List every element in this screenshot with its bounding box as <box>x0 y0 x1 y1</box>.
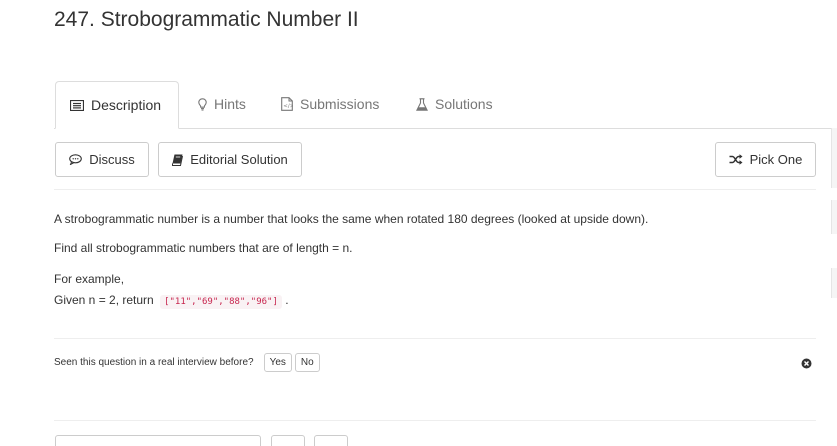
tab-submissions-label: Submissions <box>300 96 380 112</box>
problem-task: Find all strobogrammatic numbers that ar… <box>54 241 353 255</box>
no-button[interactable]: No <box>294 353 320 372</box>
lightbulb-icon <box>198 97 207 111</box>
example-prefix: Given n = 2, return <box>54 293 154 307</box>
right-edge-panel <box>831 200 837 234</box>
tab-solutions-label: Solutions <box>435 96 493 112</box>
page-title: 247. Strobogrammatic Number II <box>54 8 359 31</box>
problem-statement: A strobogrammatic number is a number tha… <box>54 212 649 226</box>
tab-hints-label: Hints <box>214 96 246 112</box>
submissions-icon: </> <box>281 97 293 111</box>
example-code: ["11","69","88","96"] <box>160 295 282 309</box>
tab-hints[interactable]: Hints <box>198 81 246 127</box>
divider <box>54 338 816 339</box>
yes-button[interactable]: Yes <box>263 353 292 372</box>
right-edge-panel <box>831 128 837 188</box>
svg-text:</>: </> <box>283 104 293 110</box>
settings-button[interactable] <box>271 435 305 446</box>
book-icon <box>172 154 184 166</box>
discuss-label: Discuss <box>89 152 135 167</box>
example-line: Given n = 2, return ["11","69","88","96"… <box>54 292 289 310</box>
pick-one-label: Pick One <box>749 152 803 167</box>
editorial-solution-button[interactable]: Editorial Solution <box>158 142 302 177</box>
flask-icon <box>416 97 428 111</box>
discuss-button[interactable]: Discuss <box>55 142 149 177</box>
example-suffix: . <box>285 293 289 307</box>
tab-bar: Description Hints </> Submissions Soluti… <box>54 81 837 129</box>
divider <box>54 189 816 190</box>
example-heading: For example, <box>54 272 125 286</box>
page: 247. Strobogrammatic Number II Descripti… <box>0 0 837 446</box>
language-select[interactable] <box>55 435 261 446</box>
right-edge-panel <box>831 268 837 298</box>
notes-button[interactable] <box>314 435 348 446</box>
divider <box>54 420 816 421</box>
pick-one-button[interactable]: Pick One <box>715 142 816 177</box>
tab-submissions[interactable]: </> Submissions <box>281 81 379 127</box>
tab-description-label: Description <box>91 97 162 113</box>
interview-question: Seen this question in a real interview b… <box>54 353 320 372</box>
close-icon[interactable] <box>801 356 812 369</box>
editorial-solution-label: Editorial Solution <box>190 152 288 167</box>
comment-icon <box>69 154 83 165</box>
tab-solutions[interactable]: Solutions <box>416 81 493 127</box>
interview-question-prompt: Seen this question in a real interview b… <box>54 357 254 368</box>
shuffle-icon <box>729 154 743 165</box>
tab-description[interactable]: Description <box>55 81 179 129</box>
list-icon <box>70 99 84 111</box>
